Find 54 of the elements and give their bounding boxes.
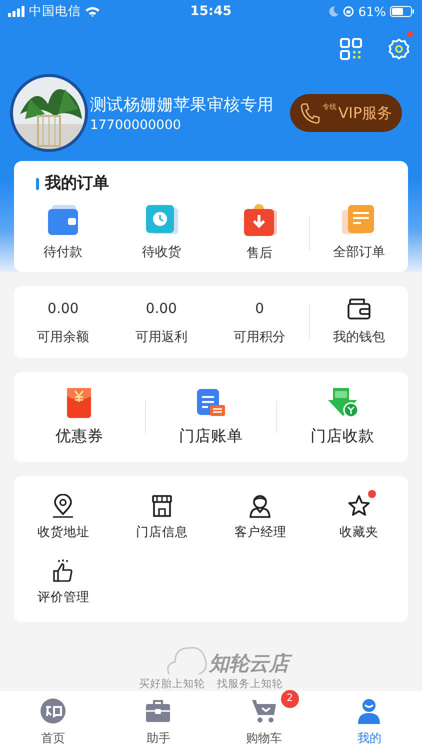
battery-icon (390, 6, 414, 16)
user-name: 测试杨姗姗苹果审核专用 (90, 94, 275, 116)
star-icon (348, 494, 370, 518)
tab-item[interactable]: 2 购物车 (211, 691, 316, 750)
service-button[interactable]: 评价管理 (14, 559, 112, 606)
bill-icon (196, 388, 226, 418)
list-icon (342, 205, 376, 235)
balance-button[interactable]: 0.00 可用余额 (14, 298, 112, 346)
moon-icon (329, 6, 340, 16)
envelope-icon (65, 388, 94, 418)
service-button[interactable]: 收藏夹 (310, 494, 408, 541)
wallet-icon (346, 298, 371, 320)
clock-icon (144, 205, 178, 235)
store-payment-icon (326, 388, 359, 418)
shortcut-button[interactable]: 门店收款 (277, 388, 408, 446)
qr-code-icon[interactable] (340, 38, 362, 60)
tab-item[interactable]: 助手 (106, 691, 211, 750)
settings-icon[interactable] (388, 38, 410, 60)
slogan-text: 找服务上知轮 (217, 677, 283, 691)
shopping-cart-icon (250, 698, 277, 724)
person-icon (249, 494, 272, 518)
service-button[interactable]: 门店信息 (112, 494, 211, 541)
shortcut-button[interactable]: 优惠券 (14, 388, 145, 446)
order-status-button[interactable]: 售后 (210, 204, 309, 262)
thumbs-up-icon (52, 559, 74, 583)
slogan-text: 买好胎上知轮 (139, 677, 205, 691)
order-status-button[interactable]: 待付款 (14, 205, 112, 261)
order-status-button[interactable]: 全部订单 (310, 205, 408, 261)
battery-percent: 61% (358, 4, 386, 18)
signal-icon (8, 6, 25, 16)
cart-count-badge: 2 (280, 690, 299, 708)
section-title: 我的订单 (45, 173, 109, 194)
rotation-lock-icon (343, 6, 354, 16)
my-wallet-button[interactable]: 我的钱包 (310, 298, 408, 346)
refund-icon (242, 204, 277, 236)
storefront-icon (150, 494, 173, 518)
user-icon (357, 698, 382, 724)
balance-button[interactable]: 0 可用积分 (210, 298, 309, 346)
status-time: 15:45 (190, 4, 232, 18)
phone-icon (300, 102, 320, 124)
shortcut-button[interactable]: 门店账单 (146, 388, 276, 446)
service-button[interactable]: 客户经理 (211, 494, 310, 541)
briefcase-icon (145, 698, 172, 722)
tab-item[interactable]: 我的 (316, 691, 422, 750)
service-button[interactable]: 收货地址 (14, 494, 112, 541)
phone-number: 17700000000 (90, 118, 182, 132)
location-pin-icon (52, 494, 74, 518)
tab-item[interactable]: 首页 (0, 691, 106, 750)
wifi-icon (85, 6, 100, 16)
home-logo-icon (40, 698, 66, 724)
carrier-name: 中国电信 (29, 2, 81, 20)
balance-button[interactable]: 0.00 可用返利 (112, 298, 210, 346)
order-status-button[interactable]: 待收货 (112, 205, 210, 261)
wallet-icon (46, 205, 80, 235)
